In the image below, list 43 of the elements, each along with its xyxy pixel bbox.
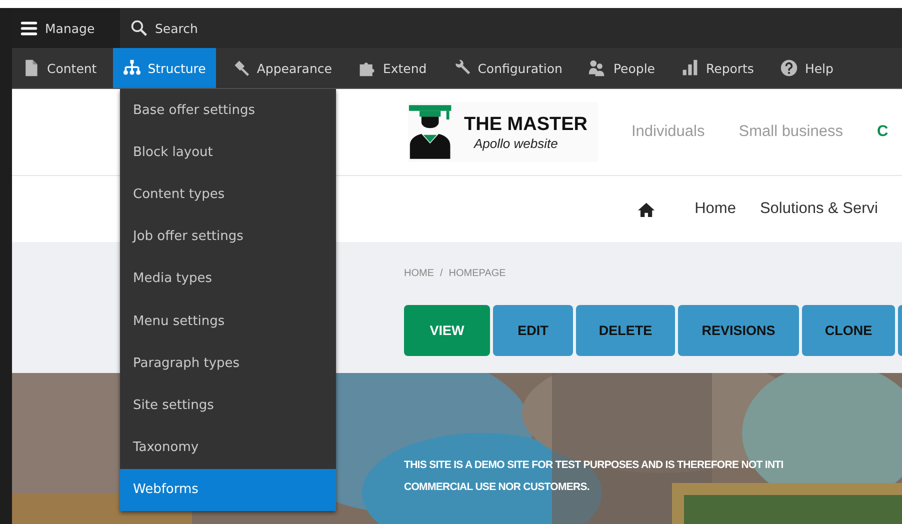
- toolbar-tab[interactable]: Structure: [112, 48, 216, 88]
- menu-item[interactable]: Content types: [120, 173, 336, 216]
- menu-item[interactable]: Base offer settings: [120, 89, 336, 132]
- toolbar-tab[interactable]: Help: [770, 48, 844, 88]
- notice-text: COMMERCIAL USE NOR CUSTOMERS.: [404, 480, 590, 495]
- audience-link[interactable]: C: [877, 123, 888, 141]
- menu-item[interactable]: Site settings: [120, 384, 336, 426]
- people-icon: [588, 59, 606, 77]
- bar-chart-icon: [681, 59, 699, 77]
- action-tab[interactable]: EDIT: [493, 305, 573, 356]
- menu-item[interactable]: Job offer settings: [120, 216, 336, 258]
- nav-link[interactable]: Home: [694, 200, 736, 218]
- toolbar-tab[interactable]: Extend: [348, 48, 437, 88]
- sitemap-icon: [122, 59, 141, 77]
- logo[interactable]: THE MASTER Apollo website: [408, 102, 598, 162]
- manage-button[interactable]: Manage: [12, 8, 120, 48]
- menu-icon: [20, 19, 38, 37]
- nav-link[interactable]: Solutions & Servi: [760, 200, 878, 218]
- toolbar-tab[interactable]: Reports: [671, 48, 764, 88]
- menu-item[interactable]: Menu settings: [120, 300, 336, 342]
- action-tab[interactable]: CLONE: [802, 305, 895, 356]
- logo-subtitle: Apollo website: [472, 136, 559, 150]
- toolbar-tab[interactable]: Configuration: [442, 48, 572, 88]
- brush-icon: [232, 59, 250, 77]
- action-tab[interactable]: DELETE: [576, 305, 675, 356]
- search-icon: [130, 19, 148, 37]
- toolbar-tab[interactable]: Content: [12, 48, 107, 88]
- breadcrumb-separator: /: [440, 268, 443, 278]
- menu-item[interactable]: Taxonomy: [120, 426, 336, 469]
- menu-item[interactable]: Block layout: [120, 131, 336, 174]
- help-icon: [780, 59, 798, 77]
- action-tab[interactable]: REVISIONS: [678, 305, 799, 356]
- home-icon[interactable]: [638, 200, 655, 218]
- logo-title: THE MASTER: [464, 114, 588, 136]
- menu-item[interactable]: Media types: [120, 258, 336, 300]
- toolbar-tab[interactable]: Appearance: [222, 48, 342, 88]
- menu-item[interactable]: Paragraph types: [120, 342, 336, 384]
- menu-item[interactable]: Webforms: [120, 468, 336, 511]
- action-tab[interactable]: VIEW: [404, 305, 490, 356]
- toolbar-tab[interactable]: People: [578, 48, 665, 88]
- search-button[interactable]: Search: [120, 8, 208, 48]
- wrench-icon: [452, 59, 471, 77]
- notice-text: THIS SITE IS A DEMO SITE FOR TEST PURPOSES AND IS THEREFORE NOT INTI: [404, 458, 784, 473]
